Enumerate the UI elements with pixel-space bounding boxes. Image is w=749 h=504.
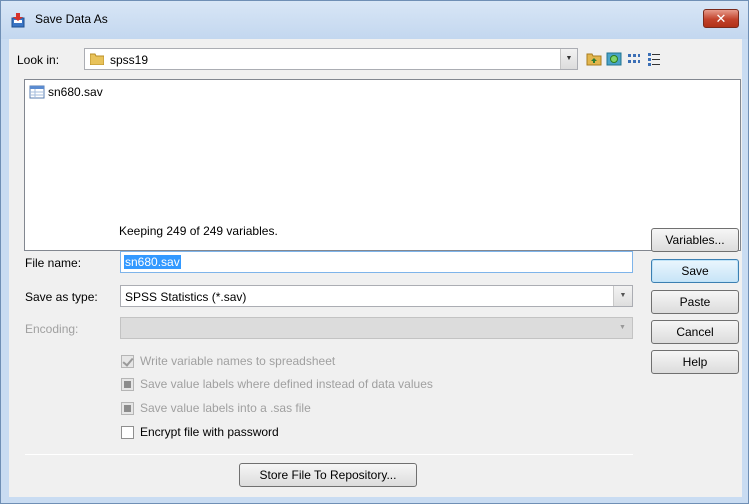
list-item[interactable]: sn680.sav [29, 85, 103, 99]
save-button[interactable]: Save [651, 259, 739, 283]
up-folder-icon[interactable] [586, 51, 602, 67]
dialog-title: Save Data As [35, 12, 108, 26]
details-view-icon[interactable] [646, 51, 662, 67]
write-var-names-option: Write variable names to spreadsheet [121, 354, 335, 368]
save-value-labels-checkbox [121, 377, 134, 391]
paste-button[interactable]: Paste [651, 290, 739, 314]
encoding-dropdown: ▼ [120, 317, 633, 339]
save-value-labels-option: Save value labels where defined instead … [121, 377, 433, 391]
encrypt-label[interactable]: Encrypt file with password [140, 425, 279, 439]
chevron-down-icon: ▼ [613, 318, 632, 338]
close-button[interactable]: ✕ [703, 9, 739, 28]
save-as-type-value: SPSS Statistics (*.sav) [125, 290, 247, 304]
look-in-label: Look in: [17, 53, 60, 67]
store-file-to-repository-button[interactable]: Store File To Repository... [239, 463, 417, 487]
save-as-type-dropdown[interactable]: SPSS Statistics (*.sav) ▼ [120, 285, 633, 307]
sav-file-icon [29, 85, 45, 99]
save-sas-labels-label: Save value labels into a .sas file [140, 401, 311, 415]
look-in-value: spss19 [110, 53, 149, 67]
file-name-input[interactable]: sn680.sav [120, 251, 633, 273]
file-name: sn680.sav [48, 85, 103, 99]
save-sas-labels-option: Save value labels into a .sas file [121, 401, 311, 415]
save-sas-labels-checkbox [121, 401, 134, 415]
look-in-dropdown[interactable]: spss19 ▼ [84, 48, 578, 70]
save-value-labels-label: Save value labels where defined instead … [140, 377, 433, 391]
write-var-names-checkbox [121, 354, 134, 368]
cancel-button[interactable]: Cancel [651, 320, 739, 344]
encoding-label: Encoding: [25, 322, 79, 336]
chevron-down-icon[interactable]: ▼ [560, 49, 577, 69]
chevron-down-icon[interactable]: ▼ [613, 286, 632, 306]
encrypt-checkbox[interactable] [121, 425, 134, 439]
save-as-type-label: Save as type: [25, 290, 98, 304]
help-button[interactable]: Help [651, 350, 739, 374]
folder-icon [90, 53, 104, 65]
save-data-as-dialog: Save Data As ✕ Look in: spss19 ▼ sn680.s… [0, 0, 749, 504]
spss-save-icon [11, 13, 25, 28]
variables-button[interactable]: Variables... [651, 228, 739, 252]
encrypt-option[interactable]: Encrypt file with password [121, 425, 279, 439]
write-var-names-label: Write variable names to spreadsheet [140, 354, 336, 368]
keeping-status: Keeping 249 of 249 variables. [119, 224, 278, 238]
file-name-value: sn680.sav [124, 255, 181, 269]
separator [25, 454, 633, 455]
new-folder-icon[interactable] [606, 51, 622, 67]
title-bar[interactable]: Save Data As ✕ [1, 1, 748, 39]
dialog-body: Look in: spss19 ▼ sn680.sav Keeping 249 … [9, 39, 742, 497]
file-name-label: File name: [25, 256, 82, 270]
list-view-icon[interactable] [626, 51, 642, 67]
